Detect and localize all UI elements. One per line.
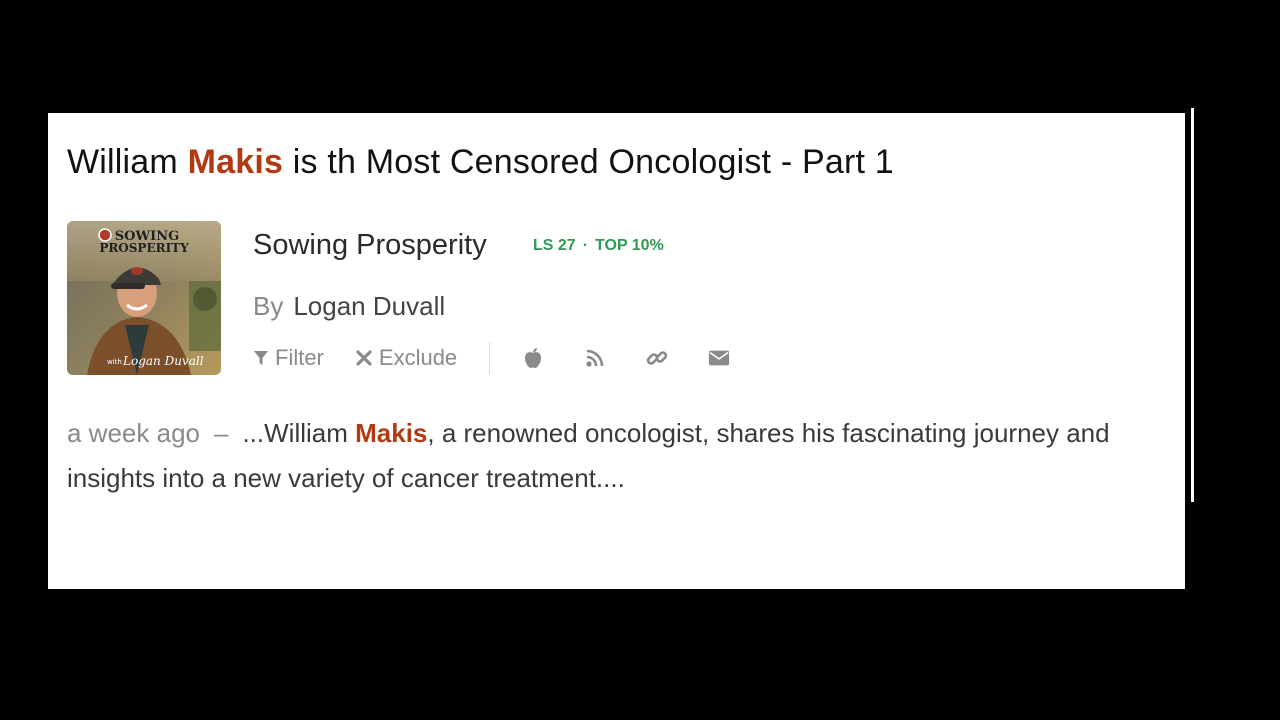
- by-label: By: [253, 291, 284, 321]
- frame-edge-line: [1191, 108, 1194, 502]
- podcast-rank-badge: LS 27 · TOP 10%: [533, 237, 664, 255]
- artwork-signature: Logan Duvall: [122, 354, 204, 368]
- author-name[interactable]: Logan Duvall: [293, 291, 445, 321]
- email-share-button[interactable]: [708, 347, 730, 369]
- search-result-card: William Makis is th Most Censored Oncolo…: [48, 113, 1185, 589]
- apple-podcasts-link[interactable]: [522, 347, 544, 369]
- rss-icon: [586, 349, 604, 367]
- podcast-artwork[interactable]: SOWING PROSPERITY with Logan Duvall: [67, 221, 221, 375]
- snippet-dash: –: [213, 418, 229, 448]
- rank-separator: ·: [582, 237, 589, 254]
- video-frame: William Makis is th Most Censored Oncolo…: [0, 0, 1280, 720]
- podcast-name[interactable]: Sowing Prosperity: [253, 229, 487, 262]
- apple-icon: [525, 348, 542, 368]
- exclude-button[interactable]: Exclude: [355, 345, 457, 371]
- title-text-after: is th Most Censored Oncologist - Part 1: [283, 143, 894, 181]
- action-row: Filter Exclude: [253, 342, 770, 374]
- filter-label: Filter: [275, 345, 324, 370]
- filter-button[interactable]: Filter: [253, 345, 324, 371]
- mail-icon: [709, 350, 730, 366]
- link-icon: [646, 351, 668, 365]
- filter-icon: [254, 351, 268, 365]
- listen-score: LS 27: [533, 237, 576, 254]
- exclude-label: Exclude: [378, 345, 458, 370]
- snippet-text-before: ...William: [242, 418, 356, 448]
- title-highlight: Makis: [187, 143, 284, 181]
- artwork-title-line2: PROSPERITY: [99, 241, 189, 255]
- rss-feed-link[interactable]: [584, 347, 606, 369]
- action-divider: [489, 342, 491, 374]
- artwork-with-text: with: [107, 358, 122, 366]
- episode-title[interactable]: William Makis is th Most Censored Oncolo…: [67, 143, 894, 182]
- episode-snippet: a week ago – ...William Makis, a renowned …: [67, 411, 1157, 501]
- copy-link-button[interactable]: [646, 347, 668, 369]
- global-rank: TOP 10%: [595, 237, 664, 254]
- title-text-before: William: [67, 143, 188, 181]
- close-icon: [356, 350, 372, 366]
- published-time: a week ago: [67, 418, 200, 448]
- byline: By Logan Duvall: [253, 291, 445, 322]
- snippet-highlight: Makis: [355, 418, 428, 448]
